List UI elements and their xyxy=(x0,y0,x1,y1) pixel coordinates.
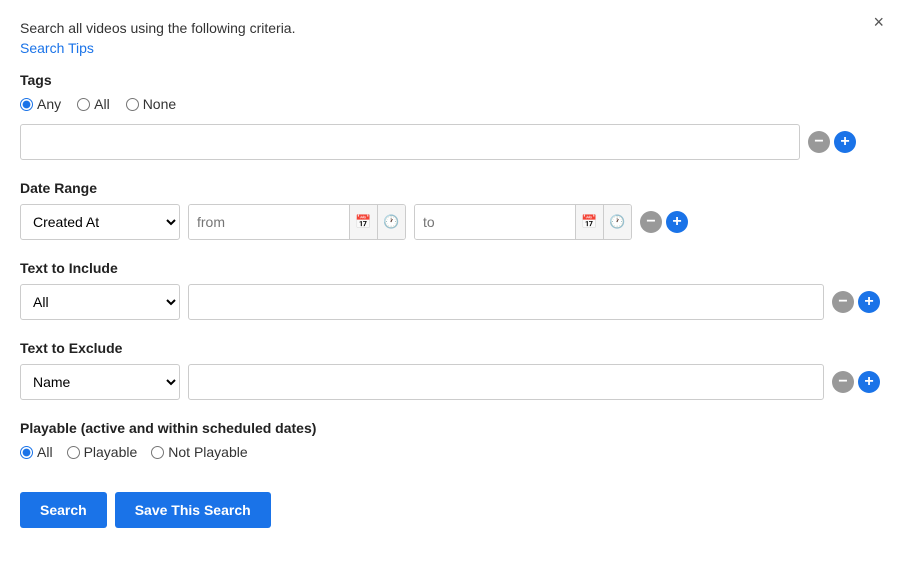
text-include-input[interactable] xyxy=(188,284,824,320)
text-include-section: Text to Include All Name Description Tag… xyxy=(20,260,880,320)
bottom-buttons: Search Save This Search xyxy=(20,488,880,528)
playable-section: Playable (active and within scheduled da… xyxy=(20,420,880,460)
tags-label: Tags xyxy=(20,72,880,88)
tags-radio-any[interactable] xyxy=(20,98,33,111)
date-range-section: Date Range Created At Updated At Publish… xyxy=(20,180,880,240)
date-range-label: Date Range xyxy=(20,180,880,196)
playable-radio-playable[interactable] xyxy=(67,446,80,459)
playable-option-not-playable[interactable]: Not Playable xyxy=(151,444,247,460)
tags-radio-group: Any All None xyxy=(20,96,880,112)
text-exclude-label: Text to Exclude xyxy=(20,340,880,356)
tags-option-all[interactable]: All xyxy=(77,96,110,112)
date-remove-button[interactable]: − xyxy=(640,211,662,233)
playable-radio-all[interactable] xyxy=(20,446,33,459)
date-field-select[interactable]: Created At Updated At Published At xyxy=(20,204,180,240)
date-from-input[interactable] xyxy=(189,205,349,239)
playable-label: Playable (active and within scheduled da… xyxy=(20,420,880,436)
tags-section: Tags Any All None − + xyxy=(20,72,880,160)
search-button[interactable]: Search xyxy=(20,492,107,528)
date-row-controls: − + xyxy=(640,211,688,233)
text-exclude-field-select[interactable]: Name All Description Tags xyxy=(20,364,180,400)
date-from-calendar-icon[interactable]: 📅 xyxy=(349,205,377,239)
tags-remove-button[interactable]: − xyxy=(808,131,830,153)
text-include-add-button[interactable]: + xyxy=(858,291,880,313)
tags-radio-all[interactable] xyxy=(77,98,90,111)
playable-label-not-playable: Not Playable xyxy=(168,444,247,460)
save-search-button[interactable]: Save This Search xyxy=(115,492,271,528)
text-exclude-row: Name All Description Tags − + xyxy=(20,364,880,400)
date-add-button[interactable]: + xyxy=(666,211,688,233)
playable-option-all[interactable]: All xyxy=(20,444,53,460)
tags-input-row: − + xyxy=(20,124,880,160)
date-to-input[interactable] xyxy=(415,205,575,239)
playable-radio-not-playable[interactable] xyxy=(151,446,164,459)
tags-option-any[interactable]: Any xyxy=(20,96,61,112)
text-include-field-select[interactable]: All Name Description Tags xyxy=(20,284,180,320)
text-exclude-add-button[interactable]: + xyxy=(858,371,880,393)
tags-label-none: None xyxy=(143,96,176,112)
text-exclude-row-controls: − + xyxy=(832,371,880,393)
text-include-label: Text to Include xyxy=(20,260,880,276)
date-range-row: Created At Updated At Published At 📅 🕐 📅… xyxy=(20,204,880,240)
search-tips-link[interactable]: Search Tips xyxy=(20,40,94,56)
date-to-clock-icon[interactable]: 🕐 xyxy=(603,205,631,239)
text-include-row: All Name Description Tags − + xyxy=(20,284,880,320)
playable-option-playable[interactable]: Playable xyxy=(67,444,138,460)
text-exclude-input[interactable] xyxy=(188,364,824,400)
tags-row-controls: − + xyxy=(808,131,856,153)
playable-label-playable: Playable xyxy=(84,444,138,460)
text-include-remove-button[interactable]: − xyxy=(832,291,854,313)
date-from-wrapper: 📅 🕐 xyxy=(188,204,406,240)
playable-radio-group: All Playable Not Playable xyxy=(20,444,880,460)
date-to-calendar-icon[interactable]: 📅 xyxy=(575,205,603,239)
intro-text: Search all videos using the following cr… xyxy=(20,20,880,36)
tags-radio-none[interactable] xyxy=(126,98,139,111)
close-button[interactable]: × xyxy=(873,12,884,33)
tags-label-any: Any xyxy=(37,96,61,112)
tags-input[interactable] xyxy=(20,124,800,160)
text-exclude-remove-button[interactable]: − xyxy=(832,371,854,393)
date-to-wrapper: 📅 🕐 xyxy=(414,204,632,240)
date-from-clock-icon[interactable]: 🕐 xyxy=(377,205,405,239)
text-include-row-controls: − + xyxy=(832,291,880,313)
tags-add-button[interactable]: + xyxy=(834,131,856,153)
tags-option-none[interactable]: None xyxy=(126,96,176,112)
text-exclude-section: Text to Exclude Name All Description Tag… xyxy=(20,340,880,400)
playable-label-all: All xyxy=(37,444,53,460)
tags-label-all: All xyxy=(94,96,110,112)
